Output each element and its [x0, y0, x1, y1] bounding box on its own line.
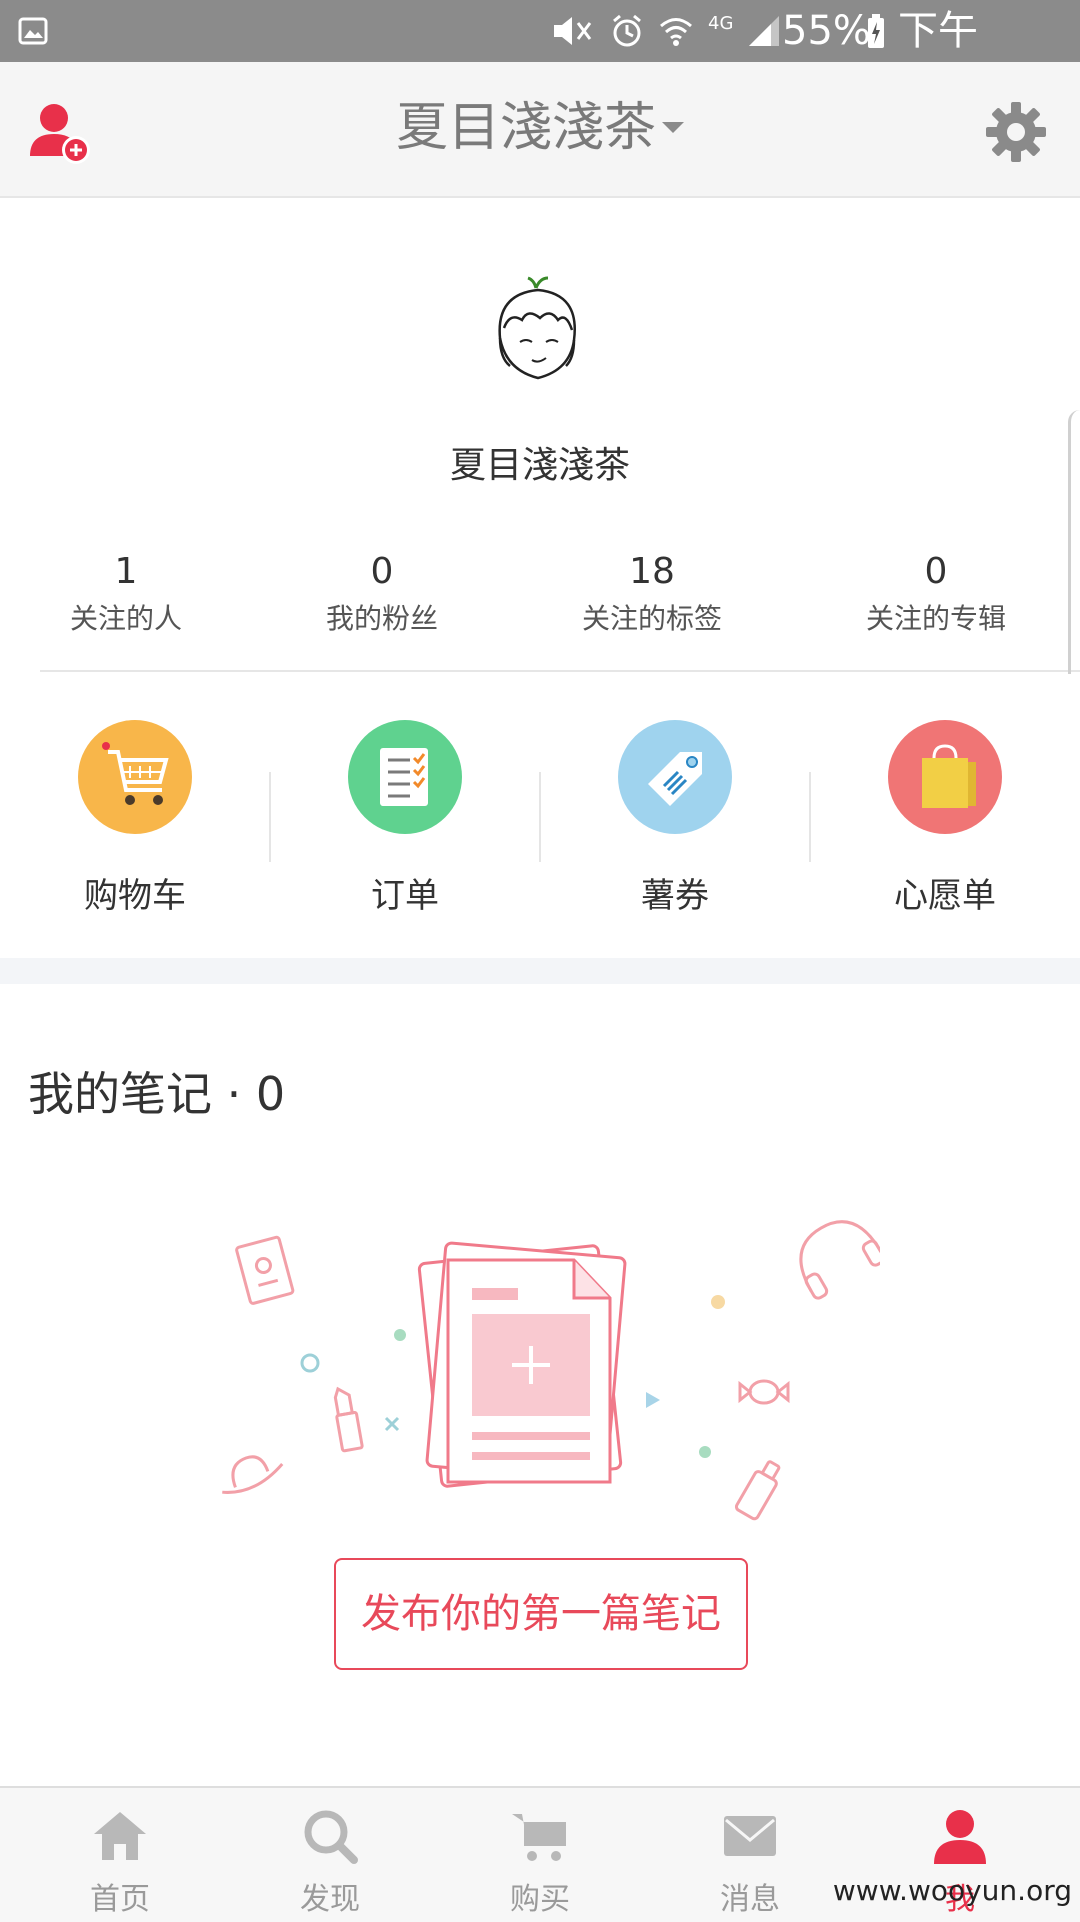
- tab-label: 首页: [90, 1882, 150, 1917]
- stat-label: 关注的专辑: [865, 602, 1006, 635]
- stat-albums[interactable]: 0 关注的专辑: [816, 550, 1056, 640]
- bottom-tab-bar: 首页 发现 购买 消息 我: [0, 1786, 1080, 1922]
- stat-following[interactable]: 1 关注的人: [6, 550, 246, 640]
- stat-fans[interactable]: 0 我的粉丝: [262, 550, 502, 640]
- coupon-icon: [618, 720, 732, 834]
- stat-tags[interactable]: 18 关注的标签: [532, 550, 772, 640]
- battery-percent: 55%: [782, 8, 871, 54]
- tab-label: 消息: [720, 1882, 780, 1917]
- shortcut-wishlist[interactable]: 心愿单: [810, 720, 1080, 917]
- stat-value: 18: [629, 551, 675, 592]
- stat-value: 1: [114, 551, 138, 592]
- tab-label: 发现: [300, 1882, 360, 1917]
- wifi-icon: [660, 18, 692, 46]
- shortcut-row: 购物车 订单 薯券 心愿单: [0, 674, 1080, 958]
- battery-icon: [868, 14, 884, 48]
- tab-discover[interactable]: 发现: [222, 1788, 438, 1922]
- search-icon: [304, 1810, 358, 1864]
- notes-title: 我的笔记 · 0: [28, 1067, 286, 1121]
- profile-section: 夏目淺淺茶 1 关注的人 0 我的粉丝 18 关注的标签 0 关注的专辑: [0, 198, 1080, 672]
- profile-name: 夏目淺淺茶: [449, 445, 630, 486]
- mail-icon: [724, 1816, 776, 1856]
- tab-messages[interactable]: 消息: [642, 1788, 858, 1922]
- stat-value: 0: [924, 551, 948, 592]
- network-type: 4G: [708, 12, 734, 34]
- shortcut-label: 购物车: [84, 876, 186, 916]
- app-header: 夏目淺淺茶: [0, 62, 1080, 198]
- stats-row: 1 关注的人 0 我的粉丝 18 关注的标签 0 关注的专辑: [0, 550, 1080, 650]
- header-username: 夏目淺淺茶: [395, 98, 656, 158]
- shortcut-label: 订单: [371, 876, 439, 916]
- user-icon: [934, 1810, 986, 1864]
- shortcut-cart[interactable]: 购物车: [0, 720, 270, 917]
- settings-button[interactable]: [982, 98, 1050, 166]
- divider: [40, 670, 1080, 672]
- stat-value: 0: [370, 551, 394, 592]
- shortcut-orders[interactable]: 订单: [270, 720, 540, 917]
- tab-me[interactable]: 我: [852, 1788, 1068, 1922]
- avatar-drawing: [498, 276, 576, 380]
- tab-home[interactable]: 首页: [12, 1788, 228, 1922]
- order-icon: [348, 720, 462, 834]
- cart-icon: [512, 1814, 566, 1861]
- alarm-icon: [613, 14, 641, 47]
- empty-notes-illustration: [200, 1220, 886, 1540]
- stat-label: 我的粉丝: [325, 602, 438, 635]
- shortcut-label: 薯券: [641, 876, 709, 916]
- publish-first-note-button[interactable]: 发布你的第一篇笔记: [334, 1558, 748, 1670]
- signal-icon: [749, 16, 780, 46]
- wishlist-icon: [888, 720, 1002, 834]
- tab-label: 我: [945, 1882, 975, 1917]
- stat-label: 关注的标签: [581, 602, 722, 635]
- tab-label: 购买: [510, 1882, 570, 1917]
- chevron-down-icon: [662, 121, 684, 133]
- home-icon: [94, 1812, 146, 1860]
- mute-icon: [554, 17, 592, 45]
- header-title[interactable]: 夏目淺淺茶: [0, 96, 1080, 160]
- status-bar: 4G 55% 下午 5:29: [0, 0, 1080, 104]
- image-icon: [18, 17, 48, 45]
- shortcut-label: 心愿单: [894, 876, 996, 916]
- cart-icon: [78, 720, 192, 834]
- shortcut-coupons[interactable]: 薯券: [540, 720, 810, 917]
- tab-buy[interactable]: 购买: [432, 1788, 648, 1922]
- status-icons: 4G: [550, 12, 781, 50]
- avatar[interactable]: [470, 268, 608, 406]
- gear-icon: [986, 102, 1046, 162]
- stat-label: 关注的人: [69, 602, 182, 635]
- section-gap: [0, 958, 1080, 984]
